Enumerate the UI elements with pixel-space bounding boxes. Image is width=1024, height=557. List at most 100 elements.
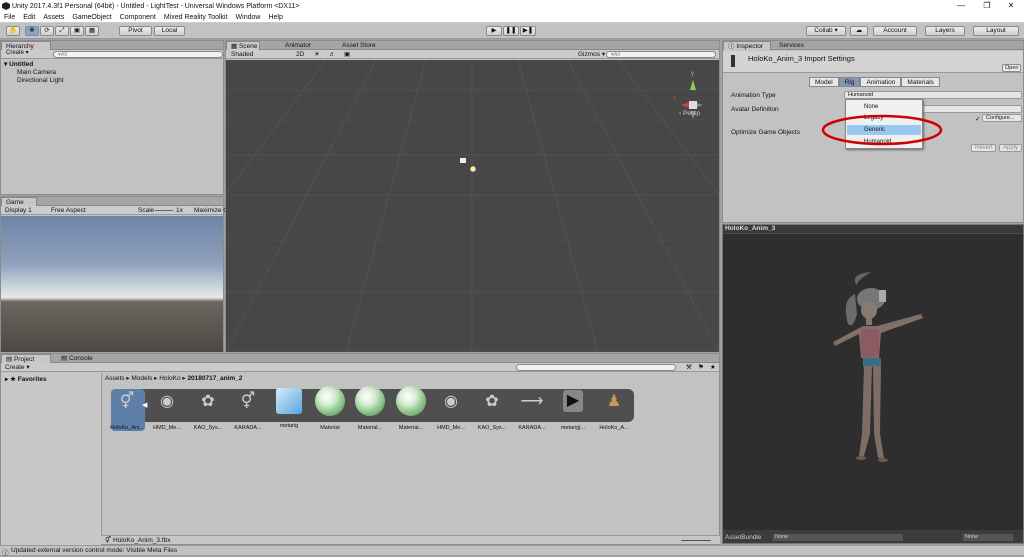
menu-gameobject[interactable]: GameObject <box>72 14 111 21</box>
asset-material-3[interactable]: Material... <box>391 386 431 431</box>
hand-tool-icon[interactable]: ✋ <box>6 26 20 36</box>
asset-karada-1[interactable]: ⚥ KARADA... <box>228 386 268 431</box>
scale-tool-icon[interactable]: ⤢ <box>55 26 69 36</box>
tab-asset-store[interactable]: Asset Store <box>338 41 380 50</box>
asset-kao-sys-2[interactable]: ✿ KAO_Sys... <box>472 386 512 431</box>
breadcrumb-models[interactable]: Models <box>131 375 152 382</box>
collab-button[interactable]: Collab ▾ <box>806 26 846 36</box>
tab-console-label: Console <box>68 355 93 362</box>
2d-toggle[interactable]: 2D <box>296 50 304 59</box>
asset-hmd-mesh-2[interactable]: ◉ HMD_Me... <box>431 386 471 431</box>
tab-services[interactable]: Services <box>775 41 808 50</box>
hierarchy-search-input[interactable]: ▾All <box>53 51 223 58</box>
transform-tool-icon[interactable]: ▦ <box>85 26 99 36</box>
asset-kao-sys-1[interactable]: ✿ KAO_Sys... <box>188 386 228 431</box>
pause-button[interactable]: ❚❚ <box>503 26 519 36</box>
asset-holoko-anim[interactable]: ⚥ HoloKo_Ani... <box>107 386 147 431</box>
configure-button[interactable]: Configure... <box>982 114 1022 122</box>
icon-size-slider[interactable] <box>681 540 711 541</box>
account-dropdown[interactable]: Account <box>873 26 917 36</box>
effects-toggle-icon[interactable]: ▣ <box>344 50 350 59</box>
directional-light-gizmo[interactable] <box>469 165 477 173</box>
breadcrumb-assets[interactable]: Assets <box>105 375 125 382</box>
game-view[interactable] <box>1 216 223 352</box>
tab-console[interactable]: ▤ Console <box>57 354 97 363</box>
subtab-rig[interactable]: Rig <box>838 77 861 87</box>
scene-search-input[interactable]: ▾All <box>606 51 716 58</box>
assetbundle-dropdown[interactable]: None <box>773 534 903 541</box>
asset-label: Material <box>320 425 340 431</box>
asset-karada-2[interactable]: ⟶ KARADA... <box>512 386 552 431</box>
audio-toggle-icon[interactable]: ♬ <box>329 50 336 59</box>
asset-material-1[interactable]: Material <box>310 386 350 431</box>
filter-label-icon[interactable]: ⚑ <box>698 363 704 372</box>
animation-type-dropdown[interactable]: Humanoid <box>844 91 1022 99</box>
asset-metarig[interactable]: metarig <box>269 386 309 429</box>
hierarchy-create-button[interactable]: Create ▾ <box>3 50 29 58</box>
project-create-button[interactable]: Create ▾ <box>5 363 30 372</box>
maximize-icon[interactable]: ❐ <box>976 0 998 12</box>
subtab-animation[interactable]: Animation <box>860 77 902 87</box>
subtab-materials[interactable]: Materials <box>901 77 940 87</box>
breadcrumb-holoko[interactable]: HoloKo <box>159 375 180 382</box>
menu-help[interactable]: Help <box>268 14 282 21</box>
scene-root[interactable]: ▾ Untitled <box>4 60 33 68</box>
minimize-icon[interactable]: — <box>950 0 972 12</box>
revert-button[interactable]: Revert <box>971 144 996 152</box>
move-tool-icon[interactable]: ✥ <box>25 26 39 36</box>
project-search-input[interactable] <box>516 364 676 371</box>
pivot-toggle[interactable]: Pivot <box>119 26 152 36</box>
import-subtabs: Model Rig Animation Materials <box>809 77 940 87</box>
tab-inspector[interactable]: ⓘ Inspector <box>723 41 771 50</box>
menu-mrtk[interactable]: Mixed Reality Toolkit <box>164 14 228 21</box>
persp-label[interactable]: ‹ Persp <box>679 110 700 117</box>
layers-dropdown[interactable]: Layers <box>925 26 965 36</box>
tab-game[interactable]: Game <box>1 197 37 206</box>
assetbundle-label: AssetBundle <box>725 534 762 541</box>
hierarchy-item-main-camera[interactable]: Main Camera <box>17 69 56 76</box>
local-toggle[interactable]: Local <box>154 26 185 36</box>
asset-hmd-mesh-1[interactable]: ◉ HMD_Me... <box>147 386 187 431</box>
asset-holoko-avatar[interactable]: ♟ HoloKo_A... <box>594 386 634 431</box>
subtab-model[interactable]: Model <box>809 77 839 87</box>
menu-assets[interactable]: Assets <box>43 14 64 21</box>
step-button[interactable]: ▶❚ <box>520 26 536 36</box>
favorites-item[interactable]: ▸ ★ Favorites <box>5 375 47 383</box>
breadcrumb-current[interactable]: 20180717_anim_2 <box>187 375 242 382</box>
rect-tool-icon[interactable]: ▣ <box>70 26 84 36</box>
camera-gizmo[interactable] <box>460 158 466 163</box>
favorite-icon[interactable]: ★ <box>710 363 716 372</box>
gizmos-dropdown[interactable]: Gizmos ▾ <box>578 50 605 59</box>
material-sphere-icon <box>355 386 385 416</box>
tab-animator[interactable]: Animator <box>281 41 315 50</box>
preview-viewport[interactable] <box>723 234 1023 530</box>
close-icon[interactable]: ✕ <box>1000 0 1022 12</box>
hierarchy-item-directional-light[interactable]: Directional Light <box>17 77 64 84</box>
tab-scene[interactable]: ▦ Scene <box>226 41 260 50</box>
menu-component[interactable]: Component <box>120 14 156 21</box>
tab-project[interactable]: ▤ Project <box>1 354 51 363</box>
cloud-icon[interactable]: ☁ <box>850 26 868 36</box>
maximize-on-play-toggle[interactable]: Maximize O <box>194 206 228 215</box>
asset-material-2[interactable]: Material... <box>350 386 390 431</box>
menu-window[interactable]: Window <box>236 14 261 21</box>
aspect-dropdown[interactable]: Free Aspect <box>51 206 86 215</box>
open-button[interactable]: Open <box>1002 64 1022 72</box>
shading-dropdown[interactable]: Shaded <box>231 50 253 59</box>
inspector-title: HoloKo_Anim_3 Import Settings <box>748 54 855 63</box>
asset-metarig-anim[interactable]: ▶ metarig|... <box>553 386 593 431</box>
menu-file[interactable]: File <box>4 14 15 21</box>
apply-button[interactable]: Apply <box>999 144 1022 152</box>
lighting-toggle-icon[interactable]: ☀ <box>314 50 320 59</box>
scene-view[interactable]: y x ‹ Persp <box>226 60 719 352</box>
tab-hierarchy[interactable]: Hierarchy <box>1 41 51 50</box>
scale-slider[interactable] <box>155 210 173 211</box>
menu-edit[interactable]: Edit <box>23 14 35 21</box>
variant-dropdown[interactable]: None <box>963 534 1013 541</box>
rotate-tool-icon[interactable]: ⟳ <box>40 26 54 36</box>
display-dropdown[interactable]: Display 1 <box>5 206 32 215</box>
filter-type-icon[interactable]: ⚒ <box>686 363 692 372</box>
layout-dropdown[interactable]: Layout <box>973 26 1019 36</box>
play-button[interactable]: ▶ <box>486 26 502 36</box>
tab-scene-label: Scene <box>238 43 258 50</box>
